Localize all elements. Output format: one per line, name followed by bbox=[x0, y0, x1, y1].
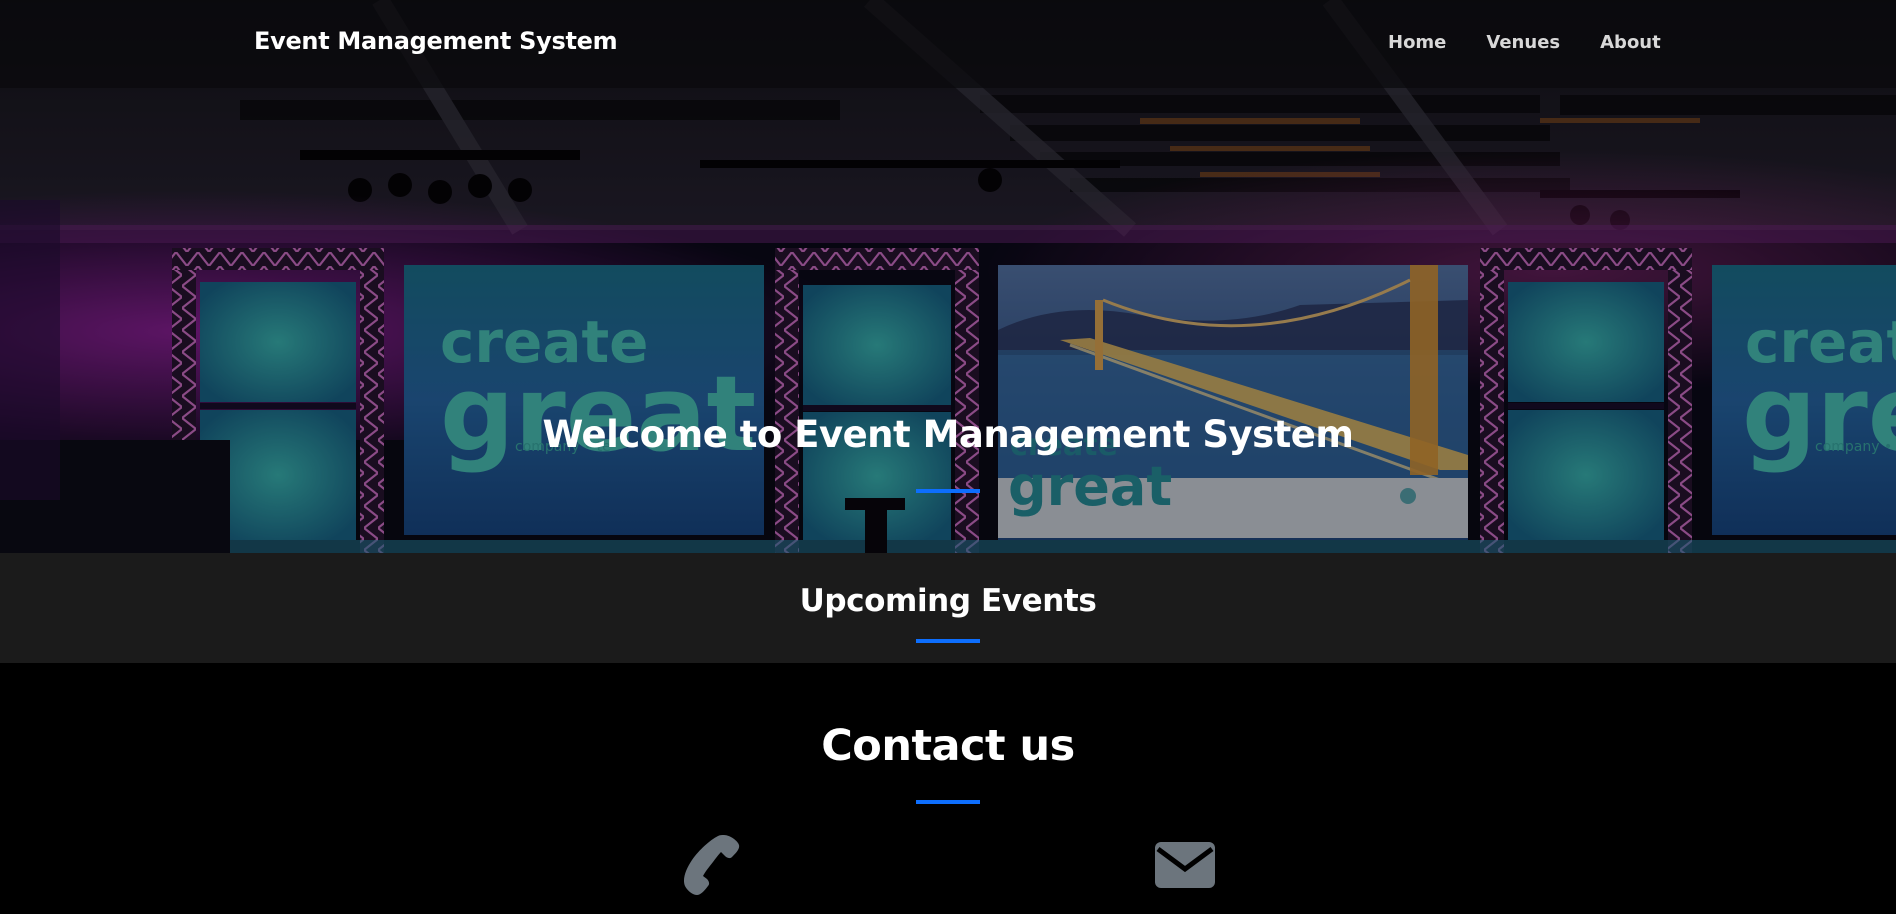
nav-link-about[interactable]: About bbox=[1600, 32, 1661, 53]
nav-link-home[interactable]: Home bbox=[1388, 32, 1446, 53]
hero-title: Welcome to Event Management System bbox=[542, 413, 1354, 456]
contact-title: Contact us bbox=[821, 721, 1075, 771]
hero-divider bbox=[916, 489, 980, 493]
brand-link[interactable]: Event Management System bbox=[254, 27, 618, 55]
contact-section: Contact us bbox=[0, 663, 1896, 914]
envelope-icon bbox=[1155, 842, 1215, 888]
nav-link-venues[interactable]: Venues bbox=[1486, 32, 1560, 53]
upcoming-events-section: Upcoming Events bbox=[0, 553, 1896, 663]
nav-links: Home Venues About bbox=[1388, 32, 1661, 53]
phone-icon bbox=[683, 835, 740, 895]
navbar: Event Management System Home Venues Abou… bbox=[0, 0, 1896, 88]
contact-divider bbox=[916, 800, 980, 804]
upcoming-divider bbox=[916, 639, 980, 643]
upcoming-events-title: Upcoming Events bbox=[799, 583, 1097, 619]
